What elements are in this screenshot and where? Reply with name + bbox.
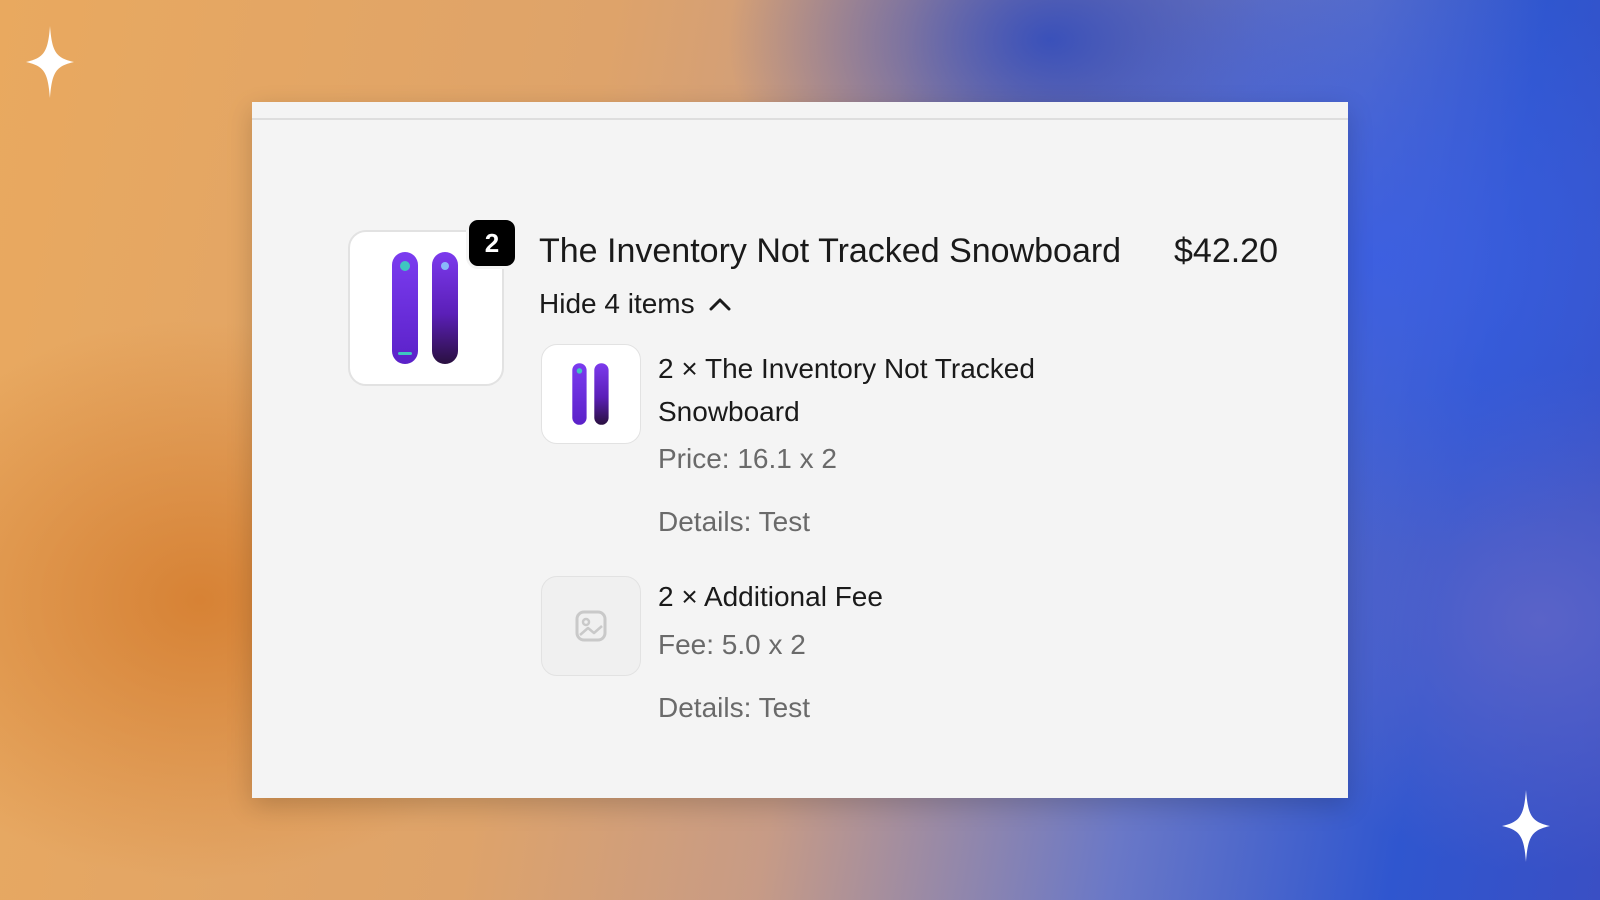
sub-item-price: Price: 16.1 x 2 [658,443,837,474]
sparkle-icon [1502,790,1550,862]
sparkle-icon [26,26,74,98]
chevron-up-icon [709,298,731,311]
sub-item-thumbnail [541,576,641,676]
image-placeholder-icon [575,610,607,642]
sub-item-details: Details: Test [658,506,810,537]
line-price: $42.20 [1174,232,1278,270]
divider [252,118,1348,120]
sub-item-title: 2 × The Inventory Not Tracked Snowboard [658,353,1035,427]
snowboard-image [572,363,609,425]
sub-item-thumbnail [541,344,641,444]
sub-item-fee: Fee: 5.0 x 2 [658,629,806,660]
hide-items-toggle[interactable]: Hide 4 items [539,288,731,320]
sub-item-details: Details: Test [658,692,810,723]
product-title: The Inventory Not Tracked Snowboard [539,232,1122,270]
toggle-label: Hide 4 items [539,288,695,319]
snowboard-image [392,252,458,364]
order-summary-card: 2 The Inventory Not Tracked Snowboard $4… [252,102,1348,798]
sub-item-title: 2 × Additional Fee [658,581,883,612]
quantity-badge: 2 [466,217,518,269]
